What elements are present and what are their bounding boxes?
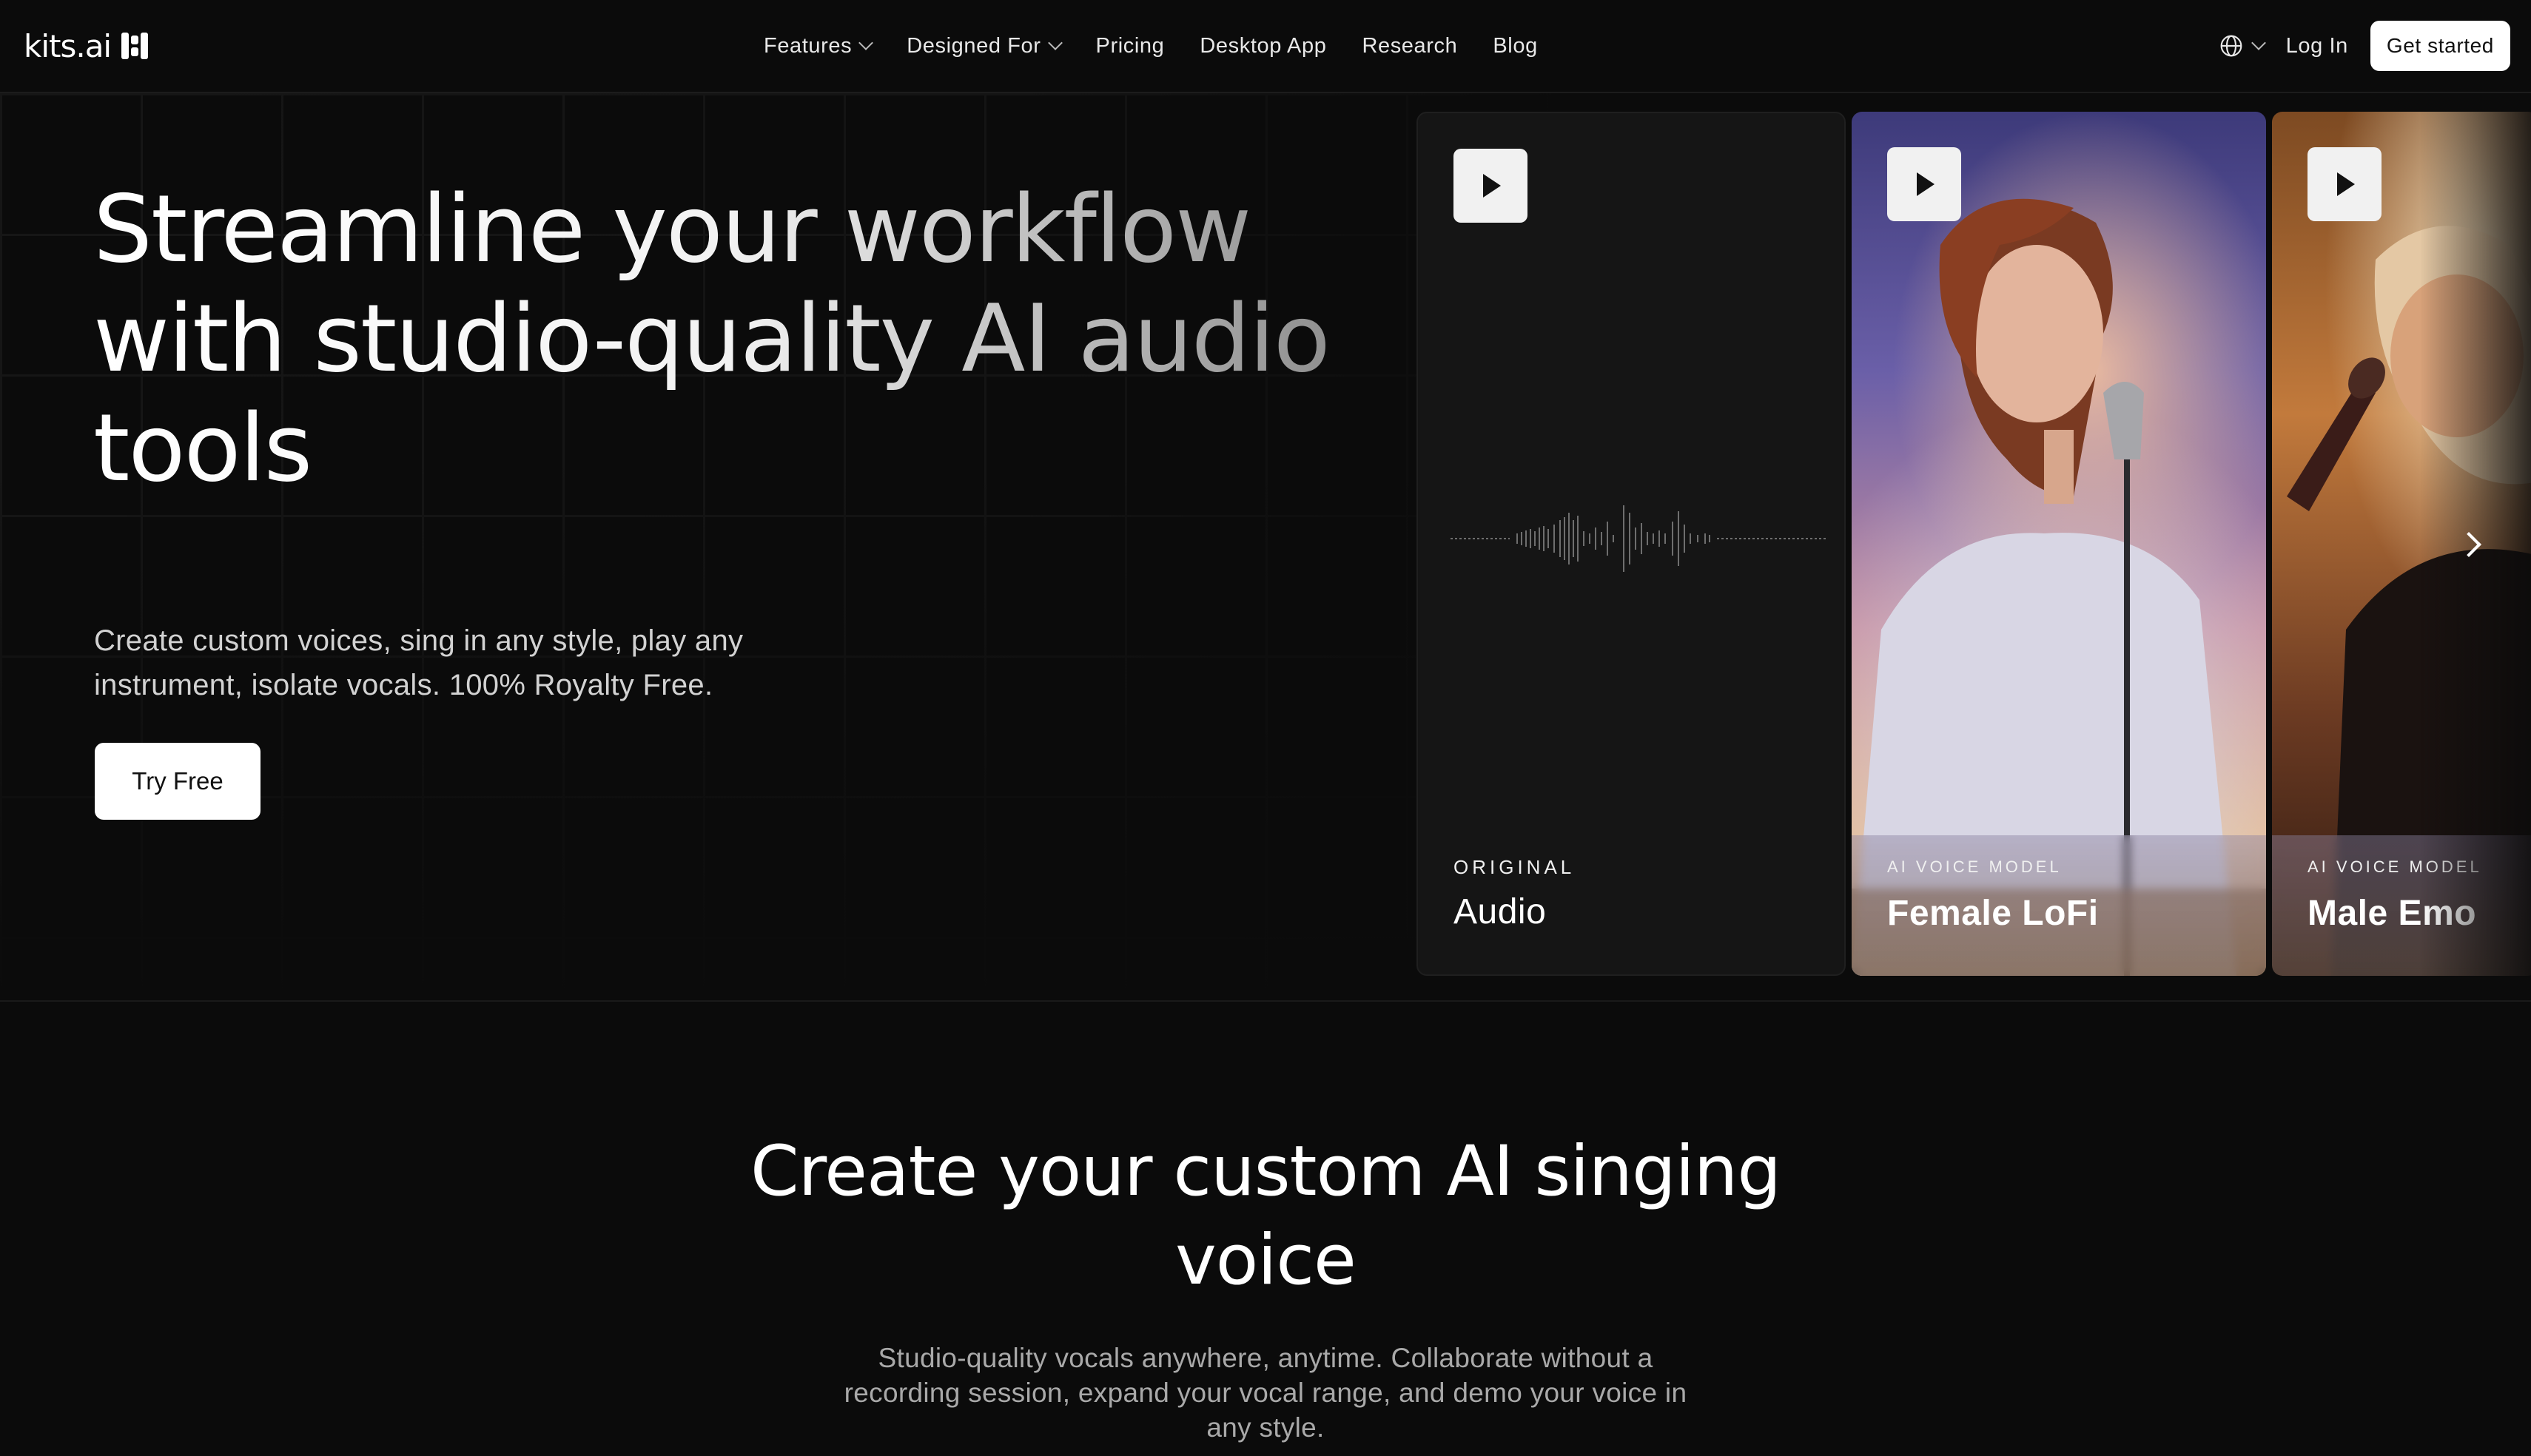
- globe-icon: [2220, 35, 2242, 57]
- hero-headline: Streamline your workflow with studio-qua…: [93, 175, 1366, 503]
- section-title: Create your custom AI singing voice: [0, 1128, 2531, 1305]
- nav-desktop-app[interactable]: Desktop App: [1200, 34, 1326, 58]
- play-icon[interactable]: [1453, 149, 1527, 223]
- play-icon[interactable]: [1887, 147, 1961, 221]
- nav-features[interactable]: Features: [764, 33, 874, 58]
- chevron-down-icon: [1047, 36, 1063, 50]
- logo-text: kits.ai: [24, 27, 112, 64]
- card-label: ORIGINAL: [1453, 856, 1576, 878]
- nav-features-label: Features: [764, 33, 853, 58]
- get-started-button[interactable]: Get started: [2370, 21, 2510, 71]
- logo[interactable]: kits.ai: [24, 27, 149, 64]
- nav-designed-for[interactable]: Designed For: [907, 33, 1063, 58]
- language-selector[interactable]: [2219, 34, 2266, 58]
- nav-designed-for-label: Designed For: [907, 33, 1041, 58]
- nav-right: Log In Get started: [2219, 21, 2510, 71]
- card-title: Audio: [1453, 892, 1547, 931]
- chevron-down-icon: [858, 36, 874, 50]
- hero-subtext: Create custom voices, sing in any style,…: [94, 624, 744, 701]
- nav-blog[interactable]: Blog: [1493, 34, 1537, 58]
- top-nav: kits.ai Features Designed For Pricing De…: [0, 0, 2531, 93]
- nav-desktop-app-label: Desktop App: [1200, 33, 1327, 58]
- card-female-lofi[interactable]: AI VOICE MODEL Female LoFi: [1852, 112, 2266, 976]
- section-subtext: Studio-quality vocals anywhere, anytime.…: [844, 1343, 1687, 1443]
- login-link[interactable]: Log In: [2286, 34, 2348, 58]
- chevron-right-icon[interactable]: [2448, 518, 2493, 570]
- logo-mark-icon: [121, 33, 149, 59]
- nav-blog-label: Blog: [1493, 33, 1538, 58]
- card-label: AI VOICE MODEL: [1887, 857, 2062, 876]
- card-caption: ORIGINAL Audio: [1418, 834, 1844, 974]
- card-caption: AI VOICE MODEL Female LoFi: [1852, 835, 2266, 976]
- section-title-text: Create your custom AI singing voice: [750, 1131, 1781, 1301]
- nav-research[interactable]: Research: [1362, 34, 1457, 58]
- try-free-button[interactable]: Try Free: [95, 743, 261, 820]
- nav-research-label: Research: [1362, 33, 1458, 58]
- nav-links: Features Designed For Pricing Desktop Ap…: [764, 30, 1538, 62]
- nav-pricing[interactable]: Pricing: [1096, 34, 1165, 58]
- chevron-down-icon: [2251, 36, 2266, 50]
- waveform-icon: [1451, 505, 1828, 572]
- nav-pricing-label: Pricing: [1095, 33, 1165, 58]
- play-icon[interactable]: [2308, 147, 2382, 221]
- card-original-audio[interactable]: ORIGINAL Audio: [1416, 112, 1846, 976]
- card-title: Female LoFi: [1887, 894, 2099, 933]
